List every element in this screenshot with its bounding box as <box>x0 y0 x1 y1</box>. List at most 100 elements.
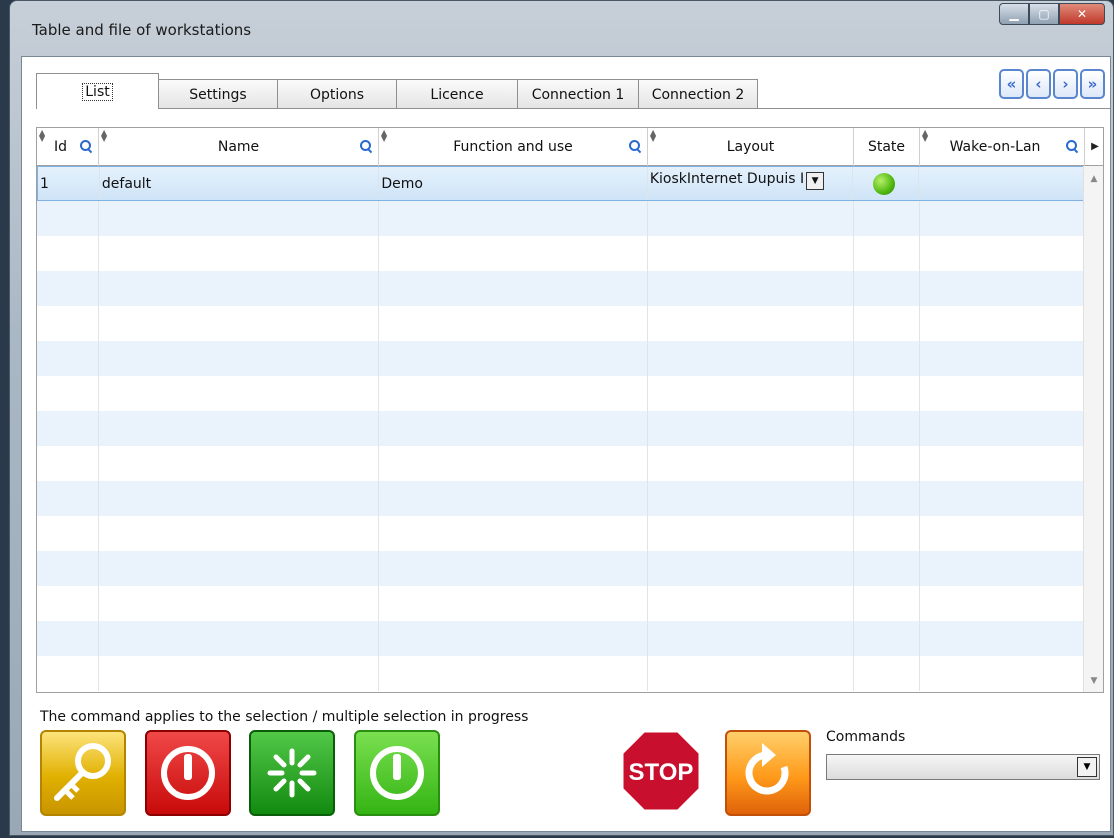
tab-connection-1[interactable]: Connection 1 <box>517 79 639 109</box>
table-row[interactable] <box>37 586 1085 621</box>
table-cell <box>920 516 1085 551</box>
table-cell <box>854 516 920 551</box>
column-header-layout[interactable]: ▲ ▼ Layout <box>648 128 854 166</box>
close-button[interactable]: ✕ <box>1059 3 1105 25</box>
restart-button[interactable] <box>249 730 335 816</box>
last-record-button[interactable]: » <box>1080 69 1105 99</box>
chevron-down-icon[interactable]: ▼ <box>806 171 825 190</box>
tab-list[interactable]: List <box>36 73 159 109</box>
maximize-button[interactable]: ▢ <box>1029 3 1059 25</box>
column-header-id[interactable]: ▲ ▼ Id <box>37 128 99 166</box>
column-header-state[interactable]: State <box>854 128 920 166</box>
power-on-button[interactable] <box>354 730 440 816</box>
table-cell <box>99 656 379 691</box>
search-icon[interactable] <box>1066 140 1078 152</box>
layout-combo[interactable]: KioskInternet Dupuis I ▼ <box>650 167 853 200</box>
table-cell <box>648 376 854 411</box>
table-cell <box>379 306 648 341</box>
table-cell <box>920 411 1085 446</box>
search-icon[interactable] <box>360 140 372 152</box>
table-cell <box>854 586 920 621</box>
table-cell <box>37 201 99 236</box>
table-cell <box>37 306 99 341</box>
table-cell <box>920 551 1085 586</box>
table-cell <box>920 306 1085 341</box>
table-cell <box>648 201 854 236</box>
client-area: List Settings Options Licence Connection… <box>21 56 1111 832</box>
stop-button[interactable]: STOP <box>620 727 702 815</box>
refresh-icon <box>745 743 789 795</box>
power-off-button[interactable] <box>145 730 231 816</box>
column-label: Wake-on-Lan <box>949 139 1041 155</box>
table-cell <box>379 551 648 586</box>
tab-divider <box>36 108 1110 109</box>
tab-settings[interactable]: Settings <box>158 79 278 109</box>
cell-layout[interactable]: KioskInternet Dupuis I ▼ <box>648 167 854 200</box>
scroll-up-icon[interactable]: ▲ <box>1084 170 1103 188</box>
table-cell <box>854 551 920 586</box>
minimize-button[interactable]: ▁ <box>999 3 1029 25</box>
column-label: State <box>867 139 906 155</box>
table-row[interactable] <box>37 481 1085 516</box>
table-row[interactable] <box>37 201 1085 236</box>
title-bar[interactable]: Table and file of workstations ▁ ▢ ✕ <box>10 1 1113 45</box>
table-row[interactable] <box>37 621 1085 656</box>
previous-record-button[interactable]: ‹ <box>1026 69 1051 99</box>
column-label: Id <box>53 139 67 155</box>
table-row[interactable] <box>37 306 1085 341</box>
table-cell <box>854 446 920 481</box>
search-icon[interactable] <box>80 140 92 152</box>
sort-icon[interactable]: ▲ ▼ <box>922 129 928 143</box>
table-cell <box>920 236 1085 271</box>
table-row[interactable] <box>37 236 1085 271</box>
scroll-down-icon[interactable]: ▼ <box>1084 672 1103 690</box>
first-record-button[interactable]: « <box>999 69 1024 99</box>
search-icon[interactable] <box>629 140 641 152</box>
scroll-right-icon[interactable]: ▶ <box>1085 128 1103 165</box>
table-cell <box>379 376 648 411</box>
restart-icon <box>267 748 317 798</box>
unlock-button[interactable] <box>40 730 126 816</box>
sort-icon[interactable]: ▲ ▼ <box>101 129 107 143</box>
table-row[interactable] <box>37 271 1085 306</box>
table-cell <box>37 236 99 271</box>
next-record-button[interactable]: › <box>1053 69 1078 99</box>
table-row[interactable]: 1 default Demo KioskInternet Dupuis I ▼ <box>37 166 1085 201</box>
table-row[interactable] <box>37 411 1085 446</box>
column-header-wake-on-lan[interactable]: ▲ ▼ Wake-on-Lan <box>920 128 1085 166</box>
chevron-down-icon[interactable]: ▼ <box>1077 757 1097 777</box>
table-cell <box>37 551 99 586</box>
table-cell <box>37 271 99 306</box>
column-header-name[interactable]: ▲ ▼ Name <box>99 128 379 166</box>
table-cell <box>648 411 854 446</box>
table-cell <box>99 446 379 481</box>
vertical-scrollbar[interactable]: ▲ ▼ <box>1083 166 1103 692</box>
table-cell <box>99 586 379 621</box>
refresh-button[interactable] <box>725 730 811 816</box>
table-row[interactable] <box>37 656 1085 691</box>
commands-select[interactable]: ▼ <box>826 754 1100 780</box>
table-cell <box>379 271 648 306</box>
table-row[interactable] <box>37 551 1085 586</box>
table-cell <box>648 621 854 656</box>
sort-icon[interactable]: ▲ ▼ <box>650 129 656 143</box>
sort-icon[interactable]: ▲ ▼ <box>39 129 45 143</box>
table-row[interactable] <box>37 446 1085 481</box>
tab-options[interactable]: Options <box>277 79 397 109</box>
tab-label: Licence <box>430 86 484 103</box>
table-cell <box>854 481 920 516</box>
tab-licence[interactable]: Licence <box>396 79 518 109</box>
table-cell <box>99 516 379 551</box>
chevron-left-icon: ‹ <box>1035 75 1042 93</box>
column-header-function[interactable]: ▲ ▼ Function and use <box>379 128 648 166</box>
table-row[interactable] <box>37 341 1085 376</box>
table-cell <box>379 341 648 376</box>
table-cell <box>379 586 648 621</box>
table-row[interactable] <box>37 516 1085 551</box>
table-row[interactable] <box>37 376 1085 411</box>
table-cell <box>99 271 379 306</box>
tab-connection-2[interactable]: Connection 2 <box>638 79 758 109</box>
table-cell <box>648 516 854 551</box>
sort-icon[interactable]: ▲ ▼ <box>381 129 387 143</box>
double-chevron-right-icon: » <box>1087 75 1098 93</box>
